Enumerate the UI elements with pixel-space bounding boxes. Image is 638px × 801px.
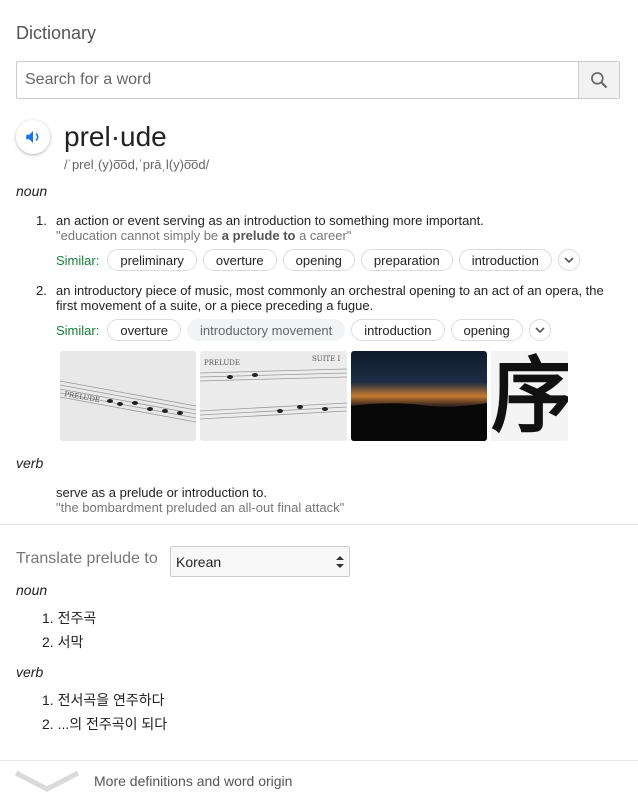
translation-pos-verb: verb — [16, 664, 44, 680]
translate-label: Translate prelude to — [16, 550, 158, 567]
definition-text: an introductory piece of music, most com… — [56, 283, 604, 313]
similar-label: Similar: — [56, 322, 100, 338]
definition-text: an action or event serving as an introdu… — [56, 213, 484, 228]
section-divider — [0, 524, 638, 525]
pronunciation-text: /ˈprelˌ(y)o͞od,ˈprāˌl(y)o͞od/ — [64, 157, 210, 172]
translation-item: 2. ...의 전주곡이 되다 — [42, 716, 168, 732]
language-select-value: Korean — [176, 553, 222, 570]
speaker-icon — [26, 131, 39, 143]
definition-text: serve as a prelude or introduction to. — [56, 485, 268, 500]
search-button[interactable] — [578, 62, 619, 98]
chevron-down-icon — [14, 770, 80, 792]
translation-item: 1. 전주곡 — [42, 610, 97, 626]
chevron-down-icon — [564, 257, 574, 264]
translation-item: 2. 서막 — [42, 634, 84, 650]
similar-chip[interactable]: preliminary — [107, 249, 197, 271]
translation-item: 1. 전서곡을 연주하다 — [42, 692, 165, 708]
definition-number: 2. — [36, 283, 47, 298]
similar-words-row: Similar: preliminary overture opening pr… — [56, 248, 580, 272]
image-sheet-music-1[interactable]: PRELUDE — [60, 351, 196, 441]
expand-similar-button[interactable] — [557, 249, 580, 271]
image-sunset[interactable] — [351, 351, 487, 441]
more-definitions-label: More definitions and word origin — [94, 773, 293, 789]
sheet-label: SUITE I — [312, 355, 340, 363]
more-definitions-button[interactable]: More definitions and word origin — [0, 761, 638, 801]
similar-chip[interactable]: overture — [107, 319, 182, 341]
dictionary-card: Dictionary prel·ude /ˈprelˌ(y)o͞od,ˈprāˌ… — [0, 0, 638, 801]
card-title: Dictionary — [16, 23, 97, 43]
part-of-speech-verb: verb — [16, 455, 44, 471]
similar-chip[interactable]: overture — [202, 249, 277, 271]
similar-words-row: Similar: overture introductory movement … — [56, 318, 551, 342]
similar-chip[interactable]: introduction — [458, 249, 552, 271]
similar-chip[interactable]: preparation — [360, 249, 453, 271]
similar-label: Similar: — [56, 252, 100, 268]
expand-similar-button[interactable] — [528, 319, 551, 341]
translation-pos-noun: noun — [16, 582, 48, 598]
search-box — [16, 61, 620, 99]
similar-chip[interactable]: introduction — [351, 319, 445, 341]
definition-example: "education cannot simply be a prelude to… — [56, 228, 352, 243]
headword: prel·ude — [64, 121, 167, 152]
search-input[interactable] — [17, 62, 597, 98]
language-select[interactable]: Korean — [170, 546, 350, 577]
part-of-speech-noun: noun — [16, 183, 48, 199]
pronunciation-audio-button[interactable] — [16, 120, 50, 154]
image-kanji[interactable]: 序 — [491, 351, 568, 441]
similar-chip[interactable]: opening — [282, 249, 355, 271]
kanji-glyph: 序 — [491, 351, 568, 441]
search-icon — [591, 72, 608, 89]
definition-number: 1. — [36, 213, 47, 228]
image-sheet-music-2[interactable]: PRELUDE SUITE I — [200, 351, 347, 441]
similar-chip[interactable]: introductory movement — [187, 319, 346, 341]
definition-example: "the bombardment preluded an all-out fin… — [56, 500, 345, 515]
similar-chip[interactable]: opening — [450, 319, 523, 341]
select-arrows-icon — [336, 556, 344, 568]
sheet-label: PRELUDE — [204, 359, 240, 367]
chevron-down-icon — [535, 327, 545, 334]
